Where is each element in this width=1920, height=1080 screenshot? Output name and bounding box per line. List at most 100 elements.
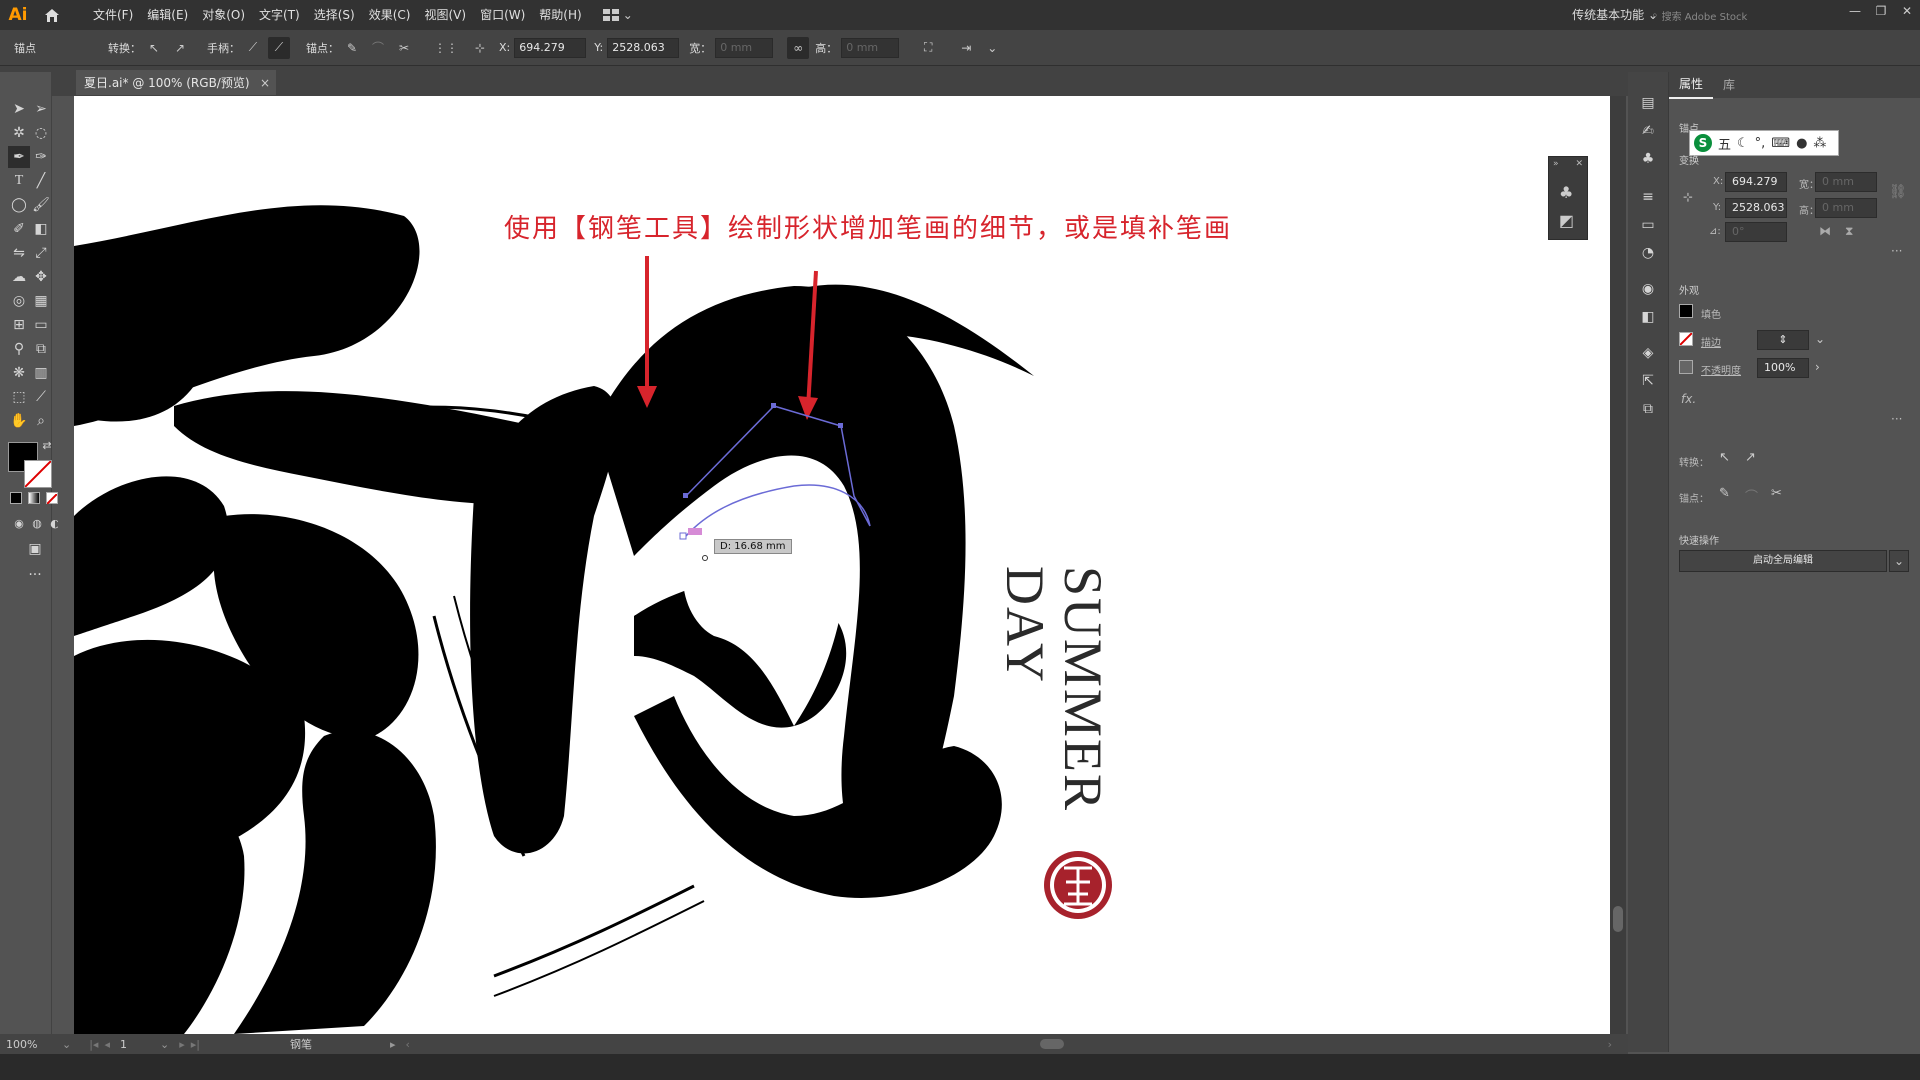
tab-properties[interactable]: 属性 (1669, 71, 1714, 99)
blend-tool-icon[interactable]: ⧉ (30, 338, 52, 360)
panel-convert-smooth-icon[interactable]: ↗ (1745, 450, 1756, 465)
arrange-documents-button[interactable]: ⌄ (602, 8, 633, 22)
menu-help[interactable]: 帮助(H) (532, 0, 588, 30)
panel-delete-anchor-icon[interactable]: ✎ (1719, 486, 1730, 501)
connect-path-icon[interactable]: ⌒ (367, 37, 389, 59)
first-artboard-icon[interactable]: |◂ (89, 1038, 98, 1051)
layers-panel-icon[interactable]: ◈ (1637, 342, 1659, 364)
stroke-panel-icon[interactable]: ≡ (1637, 186, 1659, 208)
brushes-panel-icon[interactable]: ✍ (1637, 120, 1659, 142)
artboard-tool-icon[interactable]: ⬚ (8, 386, 30, 408)
shape-builder-icon[interactable]: ◎ (8, 290, 30, 312)
align-points-icon[interactable]: ⋮⋮ (434, 37, 458, 59)
symbol-icon[interactable]: ♣ (1559, 183, 1573, 202)
stroke-label[interactable]: 描边 (1701, 334, 1721, 349)
eyedropper-icon[interactable]: ⚲ (8, 338, 30, 360)
stroke-weight-stepper[interactable]: ⇕ (1757, 330, 1809, 350)
eraser-icon[interactable]: ◧ (30, 218, 52, 240)
zoom-tool-icon[interactable]: ⌕ (30, 410, 52, 432)
h-input[interactable]: 0 mm (841, 37, 900, 58)
menu-edit[interactable]: 编辑(E) (140, 0, 195, 30)
constrain-proportions-icon[interactable]: ⛓ (1889, 184, 1907, 200)
tab-library[interactable]: 库 (1713, 72, 1745, 98)
delete-anchor-icon[interactable]: ✎ (341, 37, 363, 59)
cut-path-icon[interactable]: ✂ (393, 37, 415, 59)
panel-x-input[interactable]: 694.279 (1725, 172, 1787, 192)
fx-icon[interactable]: fx. (1681, 392, 1696, 406)
workspace-switcher[interactable]: 传统基本功能 ⌄ (1572, 0, 1658, 30)
close-tab-icon[interactable]: × (260, 76, 270, 90)
magic-wand-icon[interactable]: ✲ (8, 122, 30, 144)
minimize-icon[interactable]: — (1842, 0, 1868, 22)
selection-tool-icon[interactable]: ➤ (8, 98, 30, 120)
links-panel-icon[interactable]: ⧉ (1637, 398, 1659, 420)
opacity-chevron-icon[interactable]: › (1815, 360, 1820, 374)
stock-search[interactable]: ⌕ 搜索 Adobe Stock (1652, 6, 1782, 24)
warp-tool-icon[interactable]: ☁ (8, 266, 30, 288)
w-input[interactable]: 0 mm (715, 37, 774, 58)
artboards-panel-icon[interactable]: ▤ (1637, 92, 1659, 114)
flip-horizontal-icon[interactable]: ⧓ (1819, 224, 1831, 238)
graphic-styles-icon[interactable]: ◧ (1637, 306, 1659, 328)
color-mode-icon[interactable] (10, 492, 22, 504)
opacity-label[interactable]: 不透明度 (1701, 362, 1741, 377)
global-edit-button[interactable]: 启动全局编辑 (1679, 550, 1887, 572)
panel-y-input[interactable]: 2528.063 (1725, 198, 1787, 218)
menu-effect[interactable]: 效果(C) (362, 0, 418, 30)
perspective-grid-icon[interactable]: ▦ (30, 290, 52, 312)
y-input[interactable]: 2528.063 (607, 37, 680, 58)
isolate-icon[interactable]: ⛶ (917, 37, 939, 59)
menu-type[interactable]: 文字(T) (252, 0, 307, 30)
hide-handles-icon[interactable]: ⟋ (268, 36, 290, 59)
menu-file[interactable]: 文件(F) (86, 0, 140, 30)
transparency-panel-icon[interactable]: ◔ (1637, 242, 1659, 264)
stroke-weight-dropdown-icon[interactable]: ⌄ (1815, 332, 1825, 346)
global-edit-dropdown-icon[interactable]: ⌄ (1889, 550, 1909, 572)
zoom-dropdown-icon[interactable]: ⌄ (62, 1038, 71, 1051)
transparency-icon[interactable]: ◩ (1559, 211, 1574, 230)
gradient-tool-icon[interactable]: ▭ (30, 314, 52, 336)
screen-mode-icon[interactable]: ▣ (24, 538, 46, 560)
vertical-scrollbar[interactable] (1610, 96, 1626, 1034)
stroke-swatch[interactable] (24, 460, 52, 488)
chevron-down-icon[interactable]: ⌄ (981, 37, 1003, 59)
more-tools-icon[interactable]: ··· (24, 564, 46, 586)
panel-close-icon[interactable]: ✕ (1575, 159, 1583, 169)
convert-corner-icon[interactable]: ↖ (143, 37, 165, 59)
symbols-panel-icon[interactable]: ♣ (1637, 148, 1659, 170)
curvature-tool-icon[interactable]: ✑ (30, 146, 52, 168)
show-handles-icon[interactable]: ⟋ (242, 37, 264, 59)
arrange-icon[interactable]: ⇥ (955, 37, 977, 59)
angle-input[interactable]: 0° (1725, 222, 1787, 242)
scale-tool-icon[interactable]: ⤢ (30, 242, 52, 264)
scroll-left-icon[interactable]: ‹ (406, 1038, 410, 1051)
graph-tool-icon[interactable]: ▥ (30, 362, 52, 384)
more-options-icon[interactable]: ··· (1891, 244, 1902, 258)
reference-point-icon[interactable]: ⊹ (469, 37, 491, 59)
menu-select[interactable]: 选择(S) (307, 0, 362, 30)
paintbrush-icon[interactable]: 🖌 (30, 194, 52, 216)
last-artboard-icon[interactable]: ▸| (191, 1038, 200, 1051)
status-menu-icon[interactable]: ▸ (390, 1038, 396, 1051)
home-icon[interactable] (36, 0, 68, 30)
artboard-dropdown-icon[interactable]: ⌄ (160, 1038, 169, 1051)
opacity-input[interactable]: 100% (1757, 358, 1809, 378)
stroke-color-swatch[interactable] (1679, 332, 1693, 346)
ime-toolbar[interactable]: S 五 ☾ °, ⌨ ● ⁂ (1689, 130, 1839, 156)
mesh-tool-icon[interactable]: ⊞ (8, 314, 30, 336)
menu-window[interactable]: 窗口(W) (473, 0, 532, 30)
ellipse-tool-icon[interactable]: ◯ (8, 194, 30, 216)
fill-color-swatch[interactable] (1679, 304, 1693, 318)
zoom-level[interactable]: 100% (6, 1038, 46, 1051)
panel-collapse-icon[interactable]: » (1553, 159, 1559, 169)
menu-view[interactable]: 视图(V) (417, 0, 473, 30)
pen-tool-icon[interactable]: ✒ (8, 146, 30, 168)
panel-convert-corner-icon[interactable]: ↖ (1719, 450, 1730, 465)
asset-export-icon[interactable]: ⇱ (1637, 370, 1659, 392)
shaper-tool-icon[interactable]: ✐ (8, 218, 30, 240)
swap-colors-icon[interactable]: ⇄ (40, 438, 54, 452)
convert-smooth-icon[interactable]: ↗ (169, 37, 191, 59)
vertical-scroll-thumb[interactable] (1613, 906, 1623, 932)
close-icon[interactable]: ✕ (1894, 0, 1920, 22)
hand-tool-icon[interactable]: ✋ (8, 410, 30, 432)
